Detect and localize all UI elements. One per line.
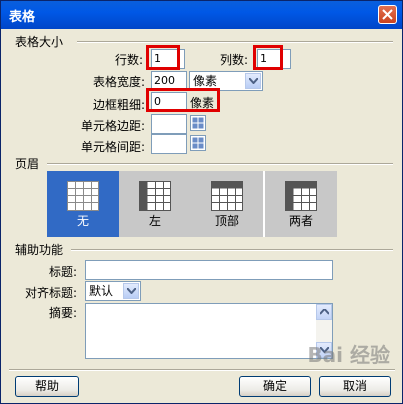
header-option-none[interactable]: 无: [47, 171, 119, 237]
summary-label: 摘要:: [49, 306, 78, 320]
table-none-icon: [67, 181, 99, 211]
align-caption-select[interactable]: 默认: [85, 281, 141, 301]
ok-button[interactable]: 确定: [239, 376, 311, 397]
cell-padding-input[interactable]: [151, 114, 187, 134]
close-icon: [382, 9, 393, 20]
cell-spacing-grid-button[interactable]: [190, 135, 206, 151]
header-options: 无 左 顶部 两者: [47, 171, 337, 237]
header-option-both[interactable]: 两者: [265, 171, 337, 237]
help-button[interactable]: 帮助: [15, 376, 79, 397]
watermark: Bai 经验: [307, 343, 390, 367]
scroll-up-button[interactable]: [316, 304, 332, 320]
caption-label: 标题:: [49, 265, 78, 279]
title-bar[interactable]: 表格: [1, 1, 402, 29]
divider: [77, 41, 393, 43]
header-option-top[interactable]: 顶部: [191, 171, 263, 237]
border-highlight: [146, 88, 220, 112]
divider: [9, 369, 395, 371]
grid-icon: [192, 117, 204, 129]
border-thickness-label: 边框粗细:: [93, 98, 146, 112]
table-dialog: 表格 表格大小 行数: 1 列数: 1 表格宽度: 200 像素 边框粗细: 0…: [0, 0, 403, 404]
caption-input[interactable]: [85, 260, 333, 280]
table-top-header-icon: [211, 181, 243, 211]
header-option-label: 两者: [288, 214, 313, 228]
cell-spacing-input[interactable]: [151, 134, 187, 154]
close-button[interactable]: [378, 5, 397, 24]
chevron-up-icon: [320, 309, 329, 315]
header-option-label: 顶部: [214, 214, 239, 228]
cell-spacing-label: 单元格间距:: [81, 140, 146, 154]
cols-label: 列数:: [220, 53, 249, 67]
align-caption-value: 默认: [89, 284, 114, 298]
align-caption-label: 对齐标题:: [25, 286, 78, 300]
header-option-left[interactable]: 左: [119, 171, 191, 237]
table-size-section-label: 表格大小: [15, 35, 64, 49]
cell-padding-grid-button[interactable]: [190, 115, 206, 131]
table-both-header-icon: [285, 181, 317, 211]
divider: [71, 249, 393, 251]
window-title: 表格: [9, 10, 36, 25]
accessibility-section-label: 辅助功能: [15, 243, 64, 257]
chevron-down-icon[interactable]: [245, 73, 261, 89]
cell-padding-label: 单元格边距:: [81, 119, 146, 133]
table-width-label: 表格宽度:: [93, 75, 146, 89]
divider: [47, 163, 393, 165]
cols-highlight: [253, 45, 283, 70]
table-width-unit-value: 像素: [193, 74, 218, 88]
summary-textarea[interactable]: [85, 303, 333, 359]
header-section-label: 页眉: [15, 157, 40, 171]
header-option-label: 左: [148, 214, 161, 228]
table-left-header-icon: [139, 181, 171, 211]
cancel-button[interactable]: 取消: [319, 376, 391, 397]
header-option-label: 无: [76, 214, 89, 228]
grid-icon: [192, 137, 204, 149]
rows-highlight: [146, 45, 180, 70]
rows-label: 行数:: [115, 53, 144, 67]
chevron-down-icon[interactable]: [123, 283, 139, 299]
